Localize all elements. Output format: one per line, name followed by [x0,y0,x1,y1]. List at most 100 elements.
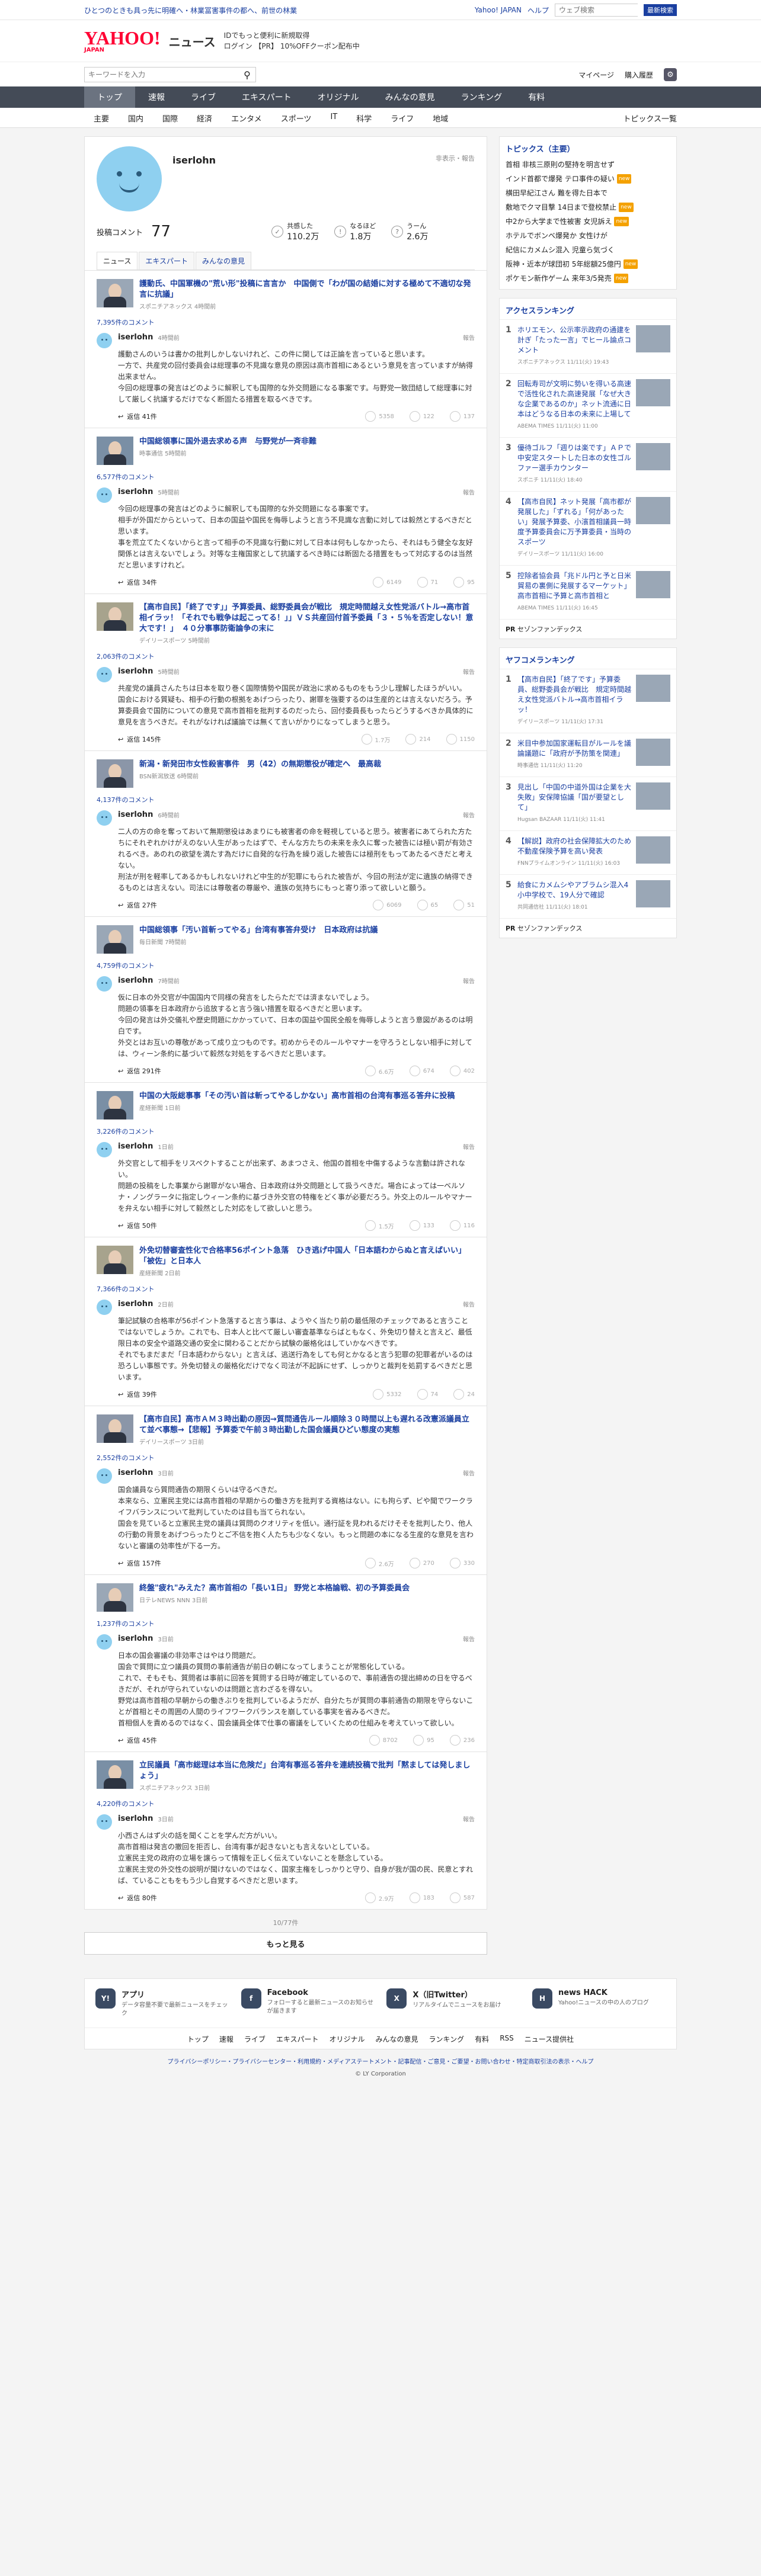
snav-entertainment[interactable]: エンタメ [222,113,271,124]
insight-button[interactable]: 122 [409,411,434,422]
rank-title[interactable]: 見出し「中国の中道外国は企業を大失敗」安保障協議「国が要望として」 [517,783,631,811]
footer-nav-item[interactable]: 速報 [219,2034,234,2044]
web-search-button[interactable]: 最新検索 [644,4,677,16]
insight-button[interactable]: 95 [413,1735,434,1746]
search-icon[interactable]: ⚲ [239,68,255,82]
article-link[interactable]: 【高市自民】高市ＡＭ３時出勤の原因→質問通告ルール順除３０時間以上も遅れる改憲派… [97,1414,475,1446]
article-thumbnail[interactable] [97,1246,133,1274]
insight-button[interactable]: 71 [417,577,438,588]
article-thumbnail[interactable] [97,925,133,954]
article-thumbnail[interactable] [97,759,133,788]
rank-thumbnail[interactable] [636,379,670,406]
empathy-button[interactable]: 6.6万 [364,1066,394,1076]
snav-economy[interactable]: 経済 [187,113,222,124]
rank-thumbnail[interactable] [636,443,670,470]
article-title[interactable]: 中国総領事「汚い首斬ってやる」台湾有事答弁受け 日本政府は抗議 [139,925,378,936]
article-link[interactable]: 【高市自民】「終了です」」予算委員、総野委員会が戦比 規定時間越え女性党派バトル… [97,602,475,644]
article-link[interactable]: 終盤"疲れ"みえた？高市首相の「長い1日」 野党と本格論戦、初の予算委員会 日テ… [97,1583,475,1612]
rank-title[interactable]: 給食にカメムシやアブラムシ混入4小中学校で、19人分で確認 [517,881,628,899]
topic-title[interactable]: ホテルでボンベ爆発か 女性けが [506,231,607,240]
commenter-name[interactable]: iserlohn [118,667,153,676]
topic-title[interactable]: ポケモン新作ゲーム 来年3/5発売 [506,274,612,283]
insight-button[interactable]: 133 [409,1220,434,1231]
rank-title[interactable]: 【高市自民】「終了です」予算委員、総野委員会が戦比 規定時間越え女性党派バトル→… [517,675,631,714]
comment-count-link[interactable]: 4,759件のコメント [97,961,475,970]
hmm-button[interactable]: 116 [449,1220,475,1231]
comment-count-link[interactable]: 7,395件のコメント [97,317,475,327]
tab-news[interactable]: ニュース [97,252,138,270]
snav-sports[interactable]: スポーツ [271,113,321,124]
rank-thumbnail[interactable] [636,836,670,864]
gnav-ranking[interactable]: ランキング [448,86,516,108]
footer-nav-item[interactable]: ランキング [429,2034,465,2044]
gnav-expert[interactable]: エキスパート [229,86,305,108]
article-thumbnail[interactable] [97,279,133,307]
replies-toggle[interactable]: ↩ 返信 291件 [118,1066,161,1076]
gnav-original[interactable]: オリジナル [305,86,372,108]
commenter-name[interactable]: iserlohn [118,487,153,496]
empathy-button[interactable]: 6149 [373,577,402,588]
topic-item[interactable]: 中2から大学まで性被害 女児訴え new [500,214,676,229]
article-title[interactable]: 護動氏、中国軍機の"荒い形"投稿に言言か 中国側で「わが国の結婚に対する極めて不… [139,279,475,300]
app-title[interactable]: Facebook [267,1988,375,1997]
snav-local[interactable]: 地域 [423,113,458,124]
article-link[interactable]: 中国総領事に国外退去求める声 与野党が一斉非難 時事通信 5時間前 [97,437,475,465]
ranking-item[interactable]: 1 【高市自民】「終了です」予算委員、総野委員会が戦比 規定時間越え女性党派バトル… [500,669,676,733]
snav-life[interactable]: ライフ [381,113,423,124]
replies-toggle[interactable]: ↩ 返信 80件 [118,1893,157,1903]
ranking-item[interactable]: 3 見出し「中国の中道外国は企業を大失敗」安保障協議「国が要望として」 Hugsan… [500,777,676,830]
footer-nav-item[interactable]: みんなの意見 [376,2034,418,2044]
empathy-button[interactable]: 1.7万 [361,734,390,745]
hide-report-link[interactable]: 非表示・報告 [436,153,475,211]
help-link[interactable]: ヘルプ [527,5,549,15]
hmm-button[interactable]: 51 [453,900,475,910]
article-thumbnail[interactable] [97,1414,133,1443]
hmm-button[interactable]: 587 [449,1892,475,1903]
web-search-box[interactable] [555,4,654,17]
gnav-paid[interactable]: 有料 [515,86,558,108]
app-promo[interactable]: Hnews HACK Yahoo!ニュースの中の人のブログ [532,1988,666,2018]
snav-main[interactable]: 主要 [84,113,119,124]
topic-item[interactable]: ポケモン新作ゲーム 来年3/5発売 new [500,271,676,285]
snav-it[interactable]: IT [321,113,347,124]
more-button[interactable]: もっと見る [84,1932,487,1955]
hmm-button[interactable]: 402 [449,1066,475,1076]
report-link[interactable]: 報告 [463,1814,475,1823]
rank-thumbnail[interactable] [636,675,670,702]
yahoo-logo[interactable]: YAHOO! JAPAN [84,28,161,53]
ranking-item[interactable]: 1 ホリエモン、公示率示政府の通建を計ぎ「たった一言」でヒール論点コメント スポニチ… [500,319,676,373]
topic-title[interactable]: 中2から大学まで性被害 女児訴え [506,217,612,226]
ranking-item[interactable]: 5 控除者協会員「兆ドル円と予と日米貿易の裏側に発展するマーケット」高市首相に予算… [500,565,676,619]
hmm-button[interactable]: 95 [453,577,475,588]
commenter-name[interactable]: iserlohn [118,1142,153,1151]
rank-title[interactable]: 【高市自民】ネット発展「高市都が発展した」「ずれる」「何があったい」発展予算委、… [517,498,631,546]
login-promo[interactable]: IDでもっと便利に新規取得 ログイン 【PR】 10%OFFクーポン配布中 [224,30,360,52]
comment-count-link[interactable]: 4,220件のコメント [97,1799,475,1808]
article-link[interactable]: 立民議員「高市総理は本当に危険だ」台湾有事巡る答弁を連続投稿で批判「黙ましては発… [97,1760,475,1792]
commenter-name[interactable]: iserlohn [118,976,153,985]
hmm-button[interactable]: 1150 [446,734,475,745]
hmm-button[interactable]: 137 [449,411,475,422]
news-search-box[interactable]: ⚲ [84,67,256,82]
comment-count-link[interactable]: 2,552件のコメント [97,1453,475,1462]
promo-line-1[interactable]: IDでもっと便利に新規取得 [224,30,360,41]
rank-thumbnail[interactable] [636,497,670,524]
report-link[interactable]: 報告 [463,1142,475,1151]
app-title[interactable]: アプリ [121,1988,229,2000]
footer-nav-item[interactable]: ライブ [244,2034,266,2044]
footer-nav-item[interactable]: 有料 [475,2034,489,2044]
insight-button[interactable]: 183 [409,1892,434,1903]
ranking-item[interactable]: 3 優待ゴルフ「週りは楽です」ＡＰで中安定スタートした日本の女性ゴルファー選手カウ… [500,437,676,491]
rank-thumbnail[interactable] [636,739,670,766]
footer-nav-item[interactable]: オリジナル [330,2034,365,2044]
hmm-button[interactable]: 24 [453,1389,475,1400]
commenter-name[interactable]: iserlohn [118,1468,153,1477]
gnav-live[interactable]: ライブ [178,86,229,108]
insight-button[interactable]: 270 [409,1558,434,1568]
article-title[interactable]: 新潟・新発田市女性殺害事件 男（42）の無期懲役が確定へ 最高裁 [139,759,381,770]
pr-ad[interactable]: PR セゾンファンデックス [500,619,676,639]
footer-links[interactable]: プライバシーポリシー・プライバシーセンター・利用規約・メディアステートメント・記… [84,2057,677,2068]
topic-item[interactable]: 首相 非核三原則の堅持を明言せず [500,158,676,172]
ranking-item[interactable]: 4 【高市自民】ネット発展「高市都が発展した」「ずれる」「何があったい」発展予算委… [500,491,676,565]
commenter-name[interactable]: iserlohn [118,1634,153,1643]
